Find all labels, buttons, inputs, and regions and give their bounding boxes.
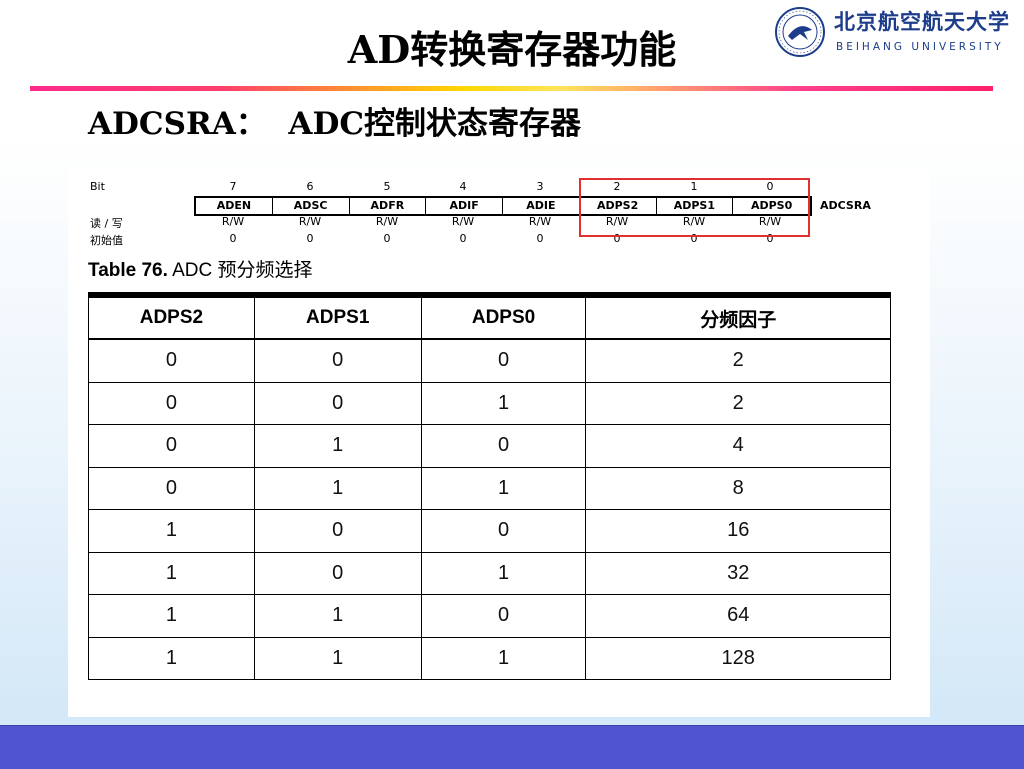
table-cell: 1: [253, 594, 422, 638]
bit-number: 4: [459, 180, 467, 193]
title-divider: [30, 86, 993, 91]
table-cell: 0: [253, 381, 422, 425]
table-cell: 1: [420, 551, 587, 595]
table-cell: 1: [253, 424, 422, 468]
initial-value: 0: [306, 232, 314, 245]
column-header: ADPS2: [88, 294, 255, 340]
bit-number: 7: [229, 180, 237, 193]
table-cell: 0: [420, 424, 587, 468]
table-cell: 0: [420, 509, 587, 553]
table-row: 0 0 1 2: [88, 381, 891, 425]
table-cell: 128: [585, 636, 891, 680]
table-row: 1 1 0 64: [88, 594, 891, 638]
table-row: 0 0 0 2: [88, 338, 891, 383]
table-number: Table 76.: [88, 260, 168, 281]
register-name: ADCSRA: [820, 199, 871, 212]
table-cell: 0: [420, 594, 587, 638]
bit-field-adsc: ADSC: [273, 198, 350, 214]
table-row: 0 1 0 4: [88, 424, 891, 468]
table-cell: 1: [88, 636, 255, 680]
table-cell: 1: [253, 466, 422, 510]
table-cell: 8: [585, 466, 891, 510]
initial-value: 0: [229, 232, 237, 245]
bit-number: 3: [536, 180, 544, 193]
column-header: ADPS0: [420, 294, 587, 340]
table-row: 1 0 1 32: [88, 551, 891, 595]
university-seal-icon: [775, 7, 825, 57]
table-cell: 0: [420, 338, 587, 383]
rw-value: R/W: [221, 215, 245, 228]
table-cell: 0: [253, 509, 422, 553]
initial-value: 0: [383, 232, 391, 245]
university-name-cn: 北京航空航天大学: [834, 9, 1010, 34]
table-row: 1 1 1 128: [88, 636, 891, 680]
rw-value: R/W: [528, 215, 552, 228]
footer-band: [0, 725, 1024, 769]
bit-field-adie: ADIE: [503, 198, 580, 214]
table-header-row: ADPS2 ADPS1 ADPS0 分频因子: [88, 294, 891, 340]
table-cell: 16: [585, 509, 891, 553]
initial-value: 0: [536, 232, 544, 245]
table-cell: 0: [253, 338, 422, 383]
bit-label: Bit: [90, 180, 105, 193]
table-cell: 2: [585, 338, 891, 383]
table-cell: 32: [585, 551, 891, 595]
bit-field-adfr: ADFR: [350, 198, 427, 214]
table-row: 1 0 0 16: [88, 509, 891, 553]
bit-field-aden: ADEN: [196, 198, 273, 214]
table-cell: 1: [88, 551, 255, 595]
bit-field-adif: ADIF: [426, 198, 503, 214]
table-cell: 0: [253, 551, 422, 595]
table-cell: 1: [253, 636, 422, 680]
rw-value: R/W: [451, 215, 475, 228]
table-cell: 64: [585, 594, 891, 638]
register-figure: Bit 读 / 写 初始值 7 6 5 4 3 2 1 0 ADEN ADSC …: [68, 170, 930, 717]
table-cell: 1: [420, 466, 587, 510]
rw-label: 读 / 写: [90, 217, 123, 230]
table-caption: Table 76. ADC 预分频选择: [88, 258, 313, 284]
table-cell: 1: [420, 636, 587, 680]
bit-number: 5: [383, 180, 391, 193]
bit-number: 6: [306, 180, 314, 193]
rw-value: R/W: [375, 215, 399, 228]
table-cell: 0: [88, 338, 255, 383]
table-cell: 0: [88, 466, 255, 510]
university-logo: 北京航空航天大学 BEIHANG UNIVERSITY: [774, 6, 1018, 62]
column-header: 分频因子: [585, 294, 891, 340]
university-name-en: BEIHANG UNIVERSITY: [836, 41, 1004, 53]
adps-highlight-box: [579, 178, 810, 237]
table-cell: 1: [88, 594, 255, 638]
table-caption-text: ADC 预分频选择: [167, 260, 313, 281]
init-label: 初始值: [90, 234, 123, 247]
table-cell: 1: [88, 509, 255, 553]
slide-subtitle: ADCSRA： ADC控制状态寄存器: [88, 106, 582, 142]
table-row: 0 1 1 8: [88, 466, 891, 510]
column-header: ADPS1: [253, 294, 422, 340]
table-cell: 0: [88, 424, 255, 468]
prescaler-table: ADPS2 ADPS1 ADPS0 分频因子 0 0 0 2 0 0 1 2 0…: [88, 292, 891, 680]
table-cell: 1: [420, 381, 587, 425]
rw-value: R/W: [298, 215, 322, 228]
table-cell: 4: [585, 424, 891, 468]
initial-value: 0: [459, 232, 467, 245]
register-diagram: Bit 读 / 写 初始值 7 6 5 4 3 2 1 0 ADEN ADSC …: [68, 170, 930, 260]
table-cell: 0: [88, 381, 255, 425]
table-cell: 2: [585, 381, 891, 425]
